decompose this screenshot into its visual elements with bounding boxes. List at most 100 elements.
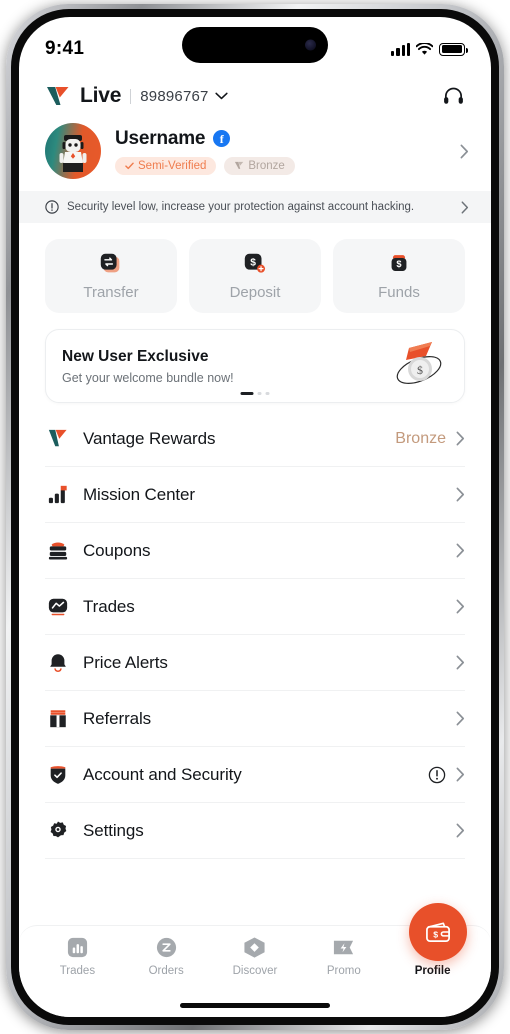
headset-support-icon[interactable] [442,85,465,108]
chevron-right-icon[interactable] [461,200,469,214]
chevron-right-icon[interactable] [456,487,465,502]
orders-icon [156,937,176,958]
chevron-right-icon[interactable] [456,655,465,670]
nav-item-label: Orders [148,965,184,977]
chevron-right-icon[interactable] [456,599,465,614]
chevron-right-icon[interactable] [456,543,465,558]
shield-check-icon [45,764,71,785]
chevron-right-icon[interactable] [456,767,465,782]
quick-action-transfer-label: Transfer [83,284,139,301]
quick-action-funds-label: Funds [378,284,420,301]
menu-item-label: Account and Security [83,764,242,784]
phone-frame: 9:41 Live 89896767 Username f Semi-Verif… [6,4,504,1030]
deposit-icon: $ [244,253,266,273]
menu-item-label: Settings [83,820,144,840]
status-indicators [391,42,468,56]
menu-item-label: Price Alerts [83,652,168,672]
nav-item-label: Discover [232,965,278,977]
nav-item-promo[interactable]: Promo [299,936,388,977]
menu-item-label: Coupons [83,540,151,560]
quick-action-transfer[interactable]: Transfer [45,239,177,313]
nav-item-label: Trades [59,965,96,977]
battery-icon [439,42,468,56]
status-badge-bronze-label: Bronze [248,159,285,172]
cellular-bars-icon [391,42,410,56]
menu-item-trades[interactable]: Trades [45,579,465,635]
account-number: 89896767 [140,87,209,105]
chevron-right-icon[interactable] [456,711,465,726]
quick-action-funds[interactable]: $ Funds [333,239,465,313]
header-divider [130,88,132,104]
promo-dot[interactable] [257,392,262,395]
chevron-right-icon[interactable] [456,431,465,446]
front-camera-icon [305,39,316,51]
promo-banner[interactable]: New User Exclusive Get your welcome bund… [45,329,465,403]
chevron-right-icon[interactable] [456,823,465,838]
status-badge-verified: Semi-Verified [115,156,217,175]
warning-exclamation-icon [428,766,446,783]
vantage-mark-icon [235,161,244,169]
promo-bolt-icon [334,940,354,955]
coin-orbit-illustration: $ [396,342,442,384]
menu-item-settings[interactable]: Settings [45,803,465,859]
status-badge-verified-label: Semi-Verified [138,159,207,172]
facebook-icon: f [213,130,231,147]
menu-item-vantage-rewards[interactable]: Vantage Rewards Bronze [45,411,465,467]
security-banner-text: Security level low, increase your protec… [67,201,415,213]
menu-item-label: Vantage Rewards [83,428,216,448]
nav-item-orders[interactable]: Orders [122,936,211,977]
phone-bezel: 9:41 Live 89896767 Username f Semi-Verif… [11,9,499,1025]
username-label: Username [115,127,206,149]
dynamic-island [182,27,328,63]
menu-item-label: Mission Center [83,484,195,504]
status-bar: 9:41 [19,17,491,75]
promo-pagination-dots[interactable] [240,392,270,395]
wallet-fab-button[interactable]: $ [409,903,467,961]
bottom-area: $ Trades Orders Discover Promo Profile [19,903,491,1017]
menu-item-account-and-security[interactable]: Account and Security [45,747,465,803]
profile-row[interactable]: Username f Semi-Verified Bronze [19,119,491,191]
quick-action-deposit-label: Deposit [229,284,281,301]
status-time: 9:41 [45,38,85,59]
avatar[interactable] [45,123,101,179]
promo-title: New User Exclusive [62,347,209,365]
nav-item-label: Promo [326,965,361,977]
gift-icon [45,708,71,729]
home-indicator [180,1003,330,1008]
promo-dot[interactable] [265,392,270,395]
menu-item-coupons[interactable]: Coupons [45,523,465,579]
funds-icon: $ [391,255,407,271]
discover-diamond-icon [244,937,266,958]
coupon-ticket-icon [45,540,71,561]
menu-list: Vantage Rewards Bronze Mission Center Co… [19,411,491,859]
brand-label: Live [80,84,122,107]
vantage-logo-icon [47,87,69,105]
app-header: Live 89896767 [19,75,491,119]
chevron-right-icon[interactable] [460,144,469,159]
vantage-mark-icon [45,428,71,449]
menu-item-mission-center[interactable]: Mission Center [45,467,465,523]
profile-tags: Semi-Verified Bronze [115,156,452,175]
quick-action-deposit[interactable]: $ Deposit [189,239,321,313]
promo-dot-active[interactable] [240,392,254,395]
security-banner[interactable]: Security level low, increase your protec… [19,191,491,223]
svg-text:$: $ [250,257,256,268]
wallet-icon: $ [425,922,450,942]
svg-text:$: $ [417,363,423,377]
svg-text:$: $ [433,929,438,939]
check-icon [125,162,134,169]
profile-text: Username f Semi-Verified Bronze [115,128,452,175]
chevron-down-icon[interactable] [214,92,228,100]
exclamation-circle-icon [45,200,59,214]
app-screen: 9:41 Live 89896767 Username f Semi-Verif… [19,17,491,1017]
avatar-robot-image [59,135,87,172]
svg-text:$: $ [396,259,402,269]
nav-item-label: Profile [414,965,451,977]
nav-item-discover[interactable]: Discover [211,936,300,977]
bar-chart-icon [67,937,87,958]
transfer-icon [100,253,120,273]
nav-item-trades[interactable]: Trades [33,936,122,977]
menu-item-referrals[interactable]: Referrals [45,691,465,747]
menu-item-price-alerts[interactable]: Price Alerts [45,635,465,691]
status-badge-bronze: Bronze [224,156,295,175]
